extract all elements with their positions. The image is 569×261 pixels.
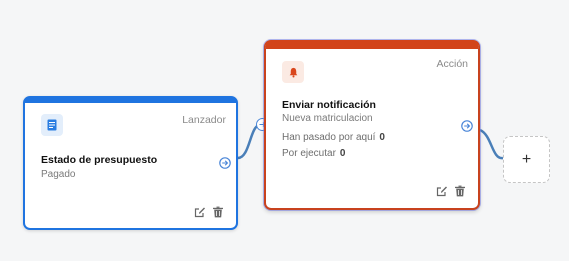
stat-pending: Por ejecutar 0 [282,148,345,159]
stat-label: Han pasado por aquí [282,132,376,143]
action-node[interactable]: Acción Enviar notificación Nueva matricu… [264,40,480,210]
node-actions [194,206,224,218]
node-subtitle: Nueva matriculacion [282,113,373,124]
node-type-label: Acción [436,58,468,70]
node-type-label: Lanzador [182,114,226,126]
edit-icon[interactable] [194,206,206,218]
node-title: Enviar notificación [282,99,376,111]
edit-icon[interactable] [436,185,448,197]
trash-icon[interactable] [212,206,224,218]
stat-label: Por ejecutar [282,148,336,159]
trash-icon[interactable] [454,185,466,197]
connector-action-to-add [479,128,504,160]
bell-icon [282,61,304,83]
connector-trigger-to-action [237,123,261,160]
node-title: Estado de presupuesto [41,154,158,166]
output-arrow-icon[interactable] [219,157,231,169]
stat-value: 0 [379,132,385,143]
output-arrow-icon[interactable] [461,120,473,132]
trigger-node[interactable]: Lanzador Estado de presupuesto Pagado [23,96,238,230]
stat-value: 0 [339,148,346,159]
node-subtitle: Pagado [41,169,76,180]
add-node-button[interactable]: + [503,136,550,183]
stat-passed: Han pasado por aquí 0 [282,132,385,143]
workflow-canvas[interactable]: Lanzador Estado de presupuesto Pagado Ac… [0,0,569,261]
node-actions [436,185,466,197]
document-icon [41,114,63,136]
